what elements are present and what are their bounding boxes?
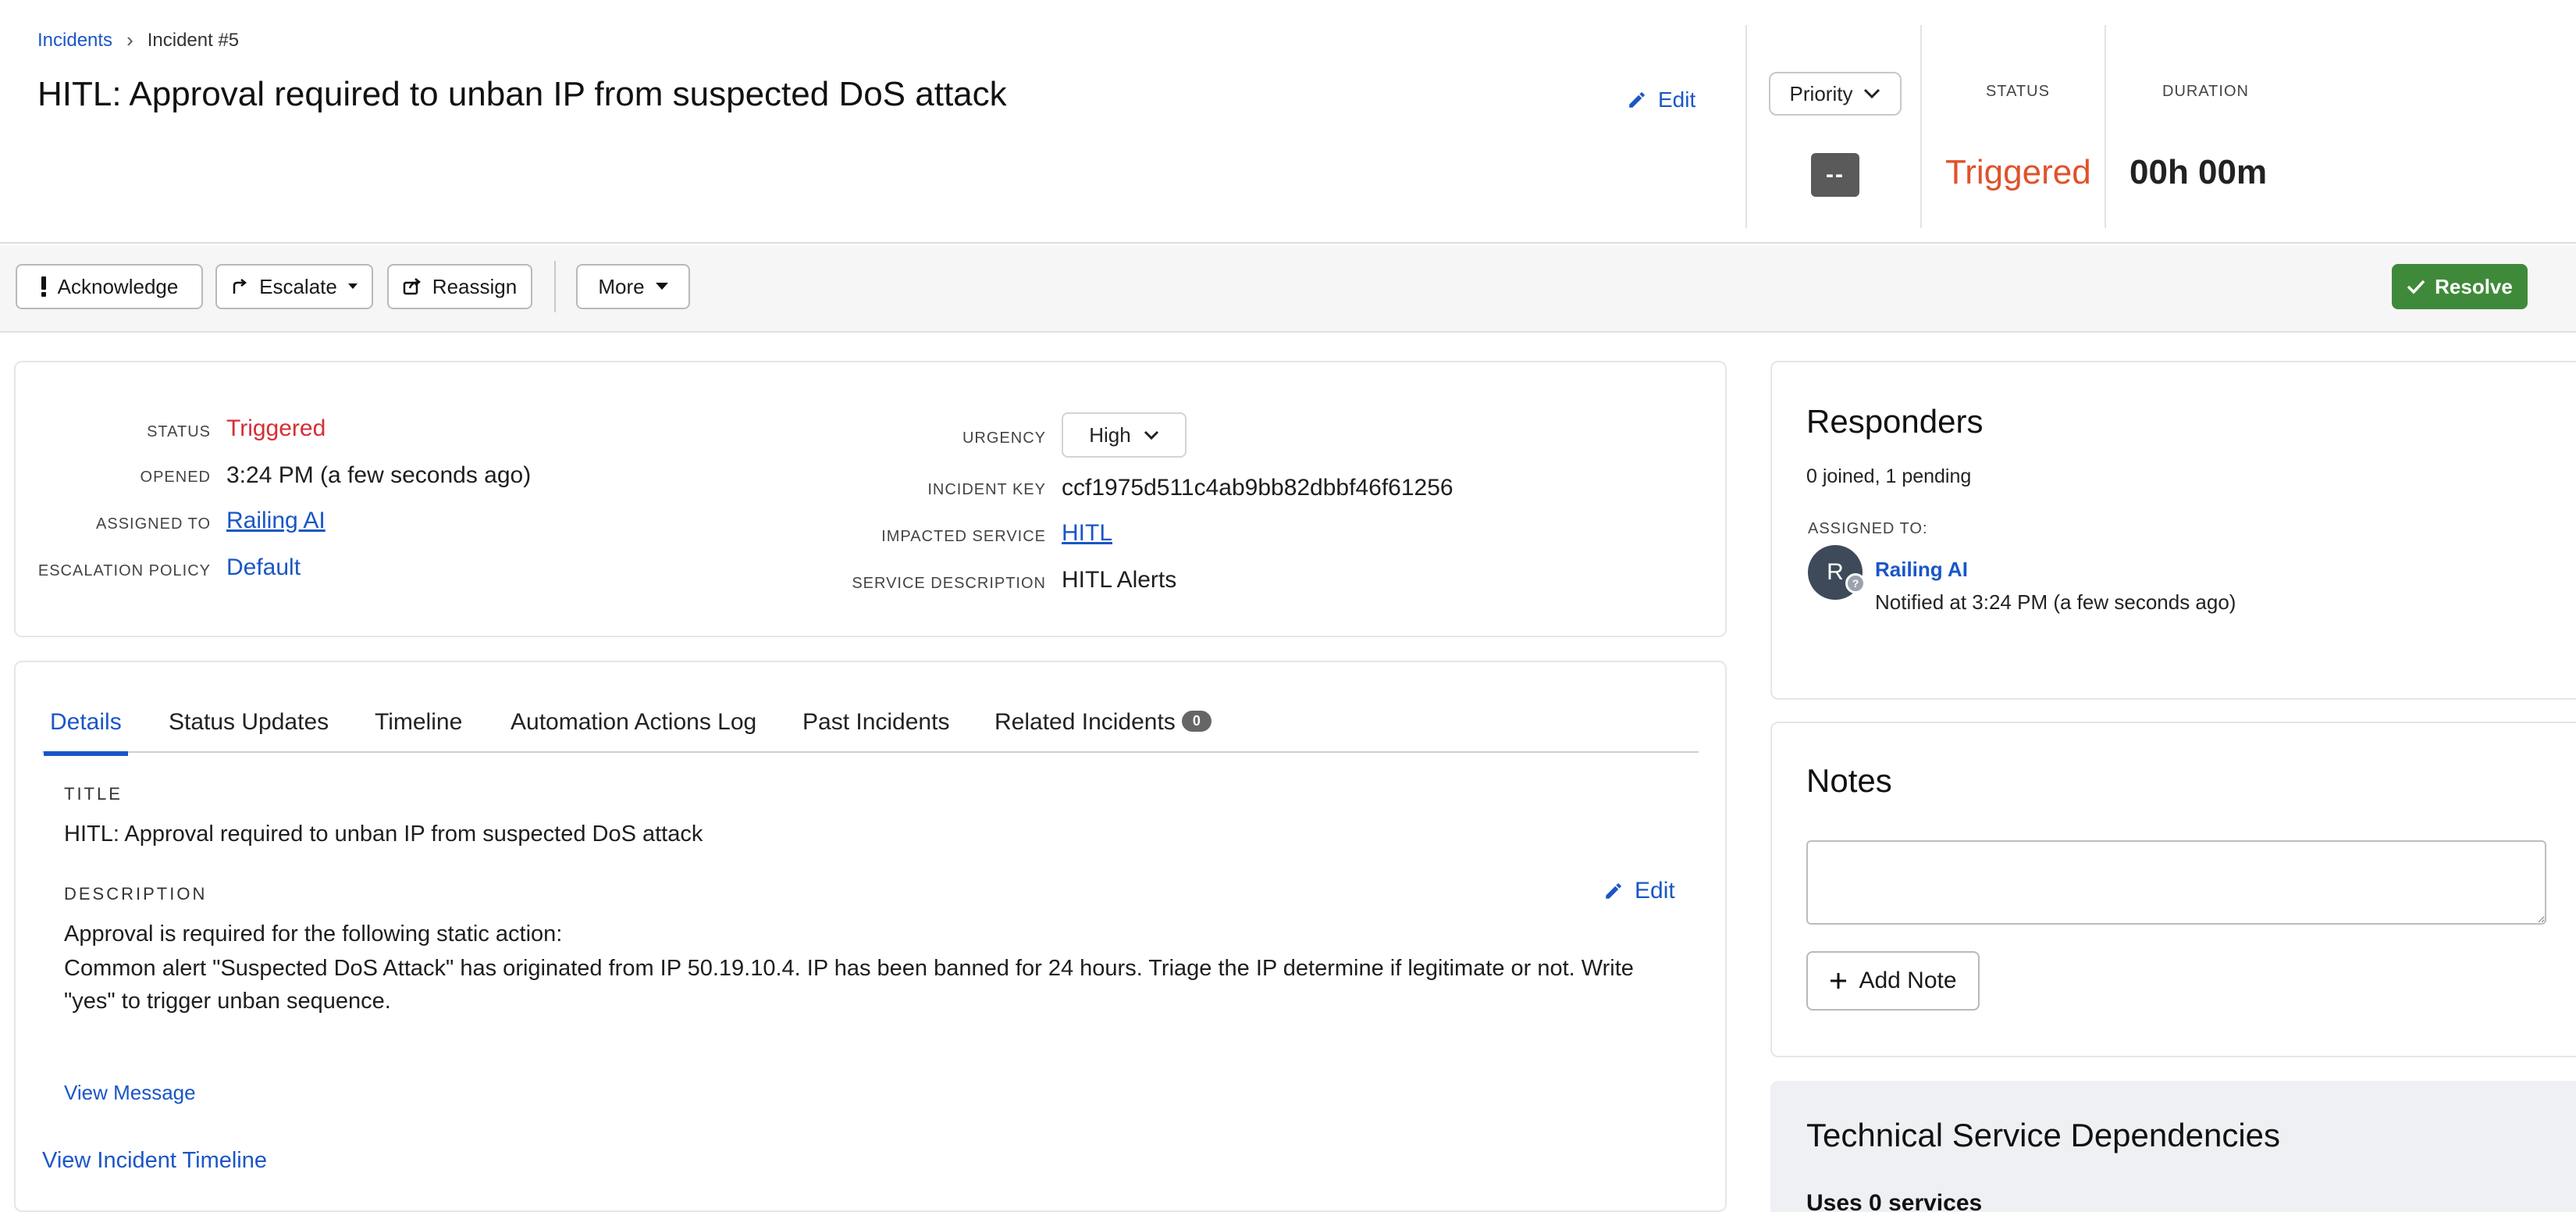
status-field-value: Triggered (226, 415, 326, 441)
title-edit-button[interactable]: Edit (1627, 87, 1695, 112)
header-divider (1745, 25, 1747, 228)
responders-assigned-label: ASSIGNED TO: (1808, 520, 1928, 537)
escalation-policy-link[interactable]: Default (226, 554, 301, 581)
tab-related-incidents[interactable]: Related Incidents 0 (994, 709, 1212, 753)
header-status-label: STATUS (1986, 83, 2050, 100)
description-line-2: Common alert "Suspected DoS Attack" has … (64, 956, 1634, 981)
incident-key-value: ccf1975d511c4ab9bb82dbbf46f61256 (1062, 475, 1453, 501)
tab-details[interactable]: Details (44, 709, 128, 756)
incident-header: Incidents › Incident #5 HITL: Approval r… (0, 0, 2576, 244)
description-edit-label: Edit (1635, 878, 1675, 904)
action-toolbar: Acknowledge Escalate Reassign More Resol… (0, 245, 2576, 333)
pending-status-icon: ? (1845, 573, 1866, 594)
page-title: HITL: Approval required to unban IP from… (37, 75, 1007, 113)
related-count-badge: 0 (1181, 710, 1212, 732)
priority-dropdown[interactable]: Priority (1769, 72, 1902, 116)
urgency-dropdown[interactable]: High (1062, 412, 1187, 458)
resolve-label: Resolve (2435, 274, 2513, 298)
service-description-label: SERVICE DESCRIPTION (852, 575, 1046, 592)
reassign-icon (403, 278, 421, 295)
priority-label: Priority (1789, 81, 1853, 105)
header-status-value: Triggered (1945, 153, 2091, 191)
add-note-label: Add Note (1859, 968, 1957, 993)
add-note-button[interactable]: Add Note (1806, 951, 1980, 1011)
assigned-field-label: ASSIGNED TO (96, 515, 211, 533)
plus-icon (1831, 973, 1847, 989)
assigned-field-link[interactable]: Railing AI (226, 508, 326, 534)
reassign-button[interactable]: Reassign (387, 264, 532, 309)
header-divider (1920, 25, 1922, 228)
urgency-value: High (1089, 422, 1131, 447)
impacted-service-link[interactable]: HITL (1062, 520, 1112, 547)
pencil-icon (1629, 92, 1645, 108)
caret-down-icon (655, 283, 668, 290)
chevron-down-icon (1864, 88, 1880, 99)
description-line-1: Approval is required for the following s… (64, 921, 563, 946)
header-duration-value: 00h 00m (2129, 153, 2268, 191)
breadcrumb-current: Incident #5 (147, 29, 240, 51)
view-incident-timeline-link[interactable]: View Incident Timeline (42, 1148, 267, 1174)
title-edit-label: Edit (1658, 87, 1696, 112)
escalate-icon (233, 279, 247, 294)
responder-notified-text: Notified at 3:24 PM (a few seconds ago) (1875, 590, 2236, 614)
notes-title: Notes (1806, 762, 1892, 799)
caret-down-icon (347, 283, 358, 289)
more-button[interactable]: More (576, 264, 690, 309)
title-section-value: HITL: Approval required to unban IP from… (64, 822, 703, 847)
title-section-label: TITLE (64, 784, 123, 804)
tab-past-incidents[interactable]: Past Incidents (802, 709, 949, 753)
notes-textarea[interactable] (1806, 840, 2546, 925)
opened-field-value: 3:24 PM (a few seconds ago) (226, 462, 532, 488)
status-field-label: STATUS (147, 423, 211, 440)
checkmark-icon (2407, 280, 2425, 294)
reassign-label: Reassign (432, 274, 518, 298)
related-incidents-label: Related Incidents (994, 709, 1176, 735)
technical-dependencies-title: Technical Service Dependencies (1806, 1117, 2281, 1153)
incident-summary-card (14, 361, 1727, 637)
tab-timeline[interactable]: Timeline (375, 709, 462, 753)
responder-name-link[interactable]: Railing AI (1875, 558, 1968, 582)
technical-dependencies-card: Technical Service Dependencies Uses 0 se… (1770, 1081, 2576, 1212)
header-duration-label: DURATION (2162, 83, 2249, 100)
incident-key-label: INCIDENT KEY (927, 481, 1046, 498)
acknowledge-button[interactable]: Acknowledge (16, 264, 203, 309)
escalation-field-label: ESCALATION POLICY (37, 562, 211, 579)
urgency-field-label: URGENCY (962, 430, 1046, 447)
responders-title: Responders (1806, 403, 1984, 440)
header-divider (2105, 25, 2106, 228)
exclamation-icon (41, 276, 46, 297)
more-label: More (598, 274, 645, 298)
opened-field-label: OPENED (140, 469, 211, 486)
description-line-3: "yes" to trigger unban sequence. (64, 989, 391, 1014)
chevron-down-icon (1144, 430, 1158, 440)
breadcrumb: Incidents › Incident #5 (37, 28, 239, 52)
responders-summary: 0 joined, 1 pending (1806, 465, 1972, 487)
breadcrumb-incidents-link[interactable]: Incidents (37, 30, 112, 52)
details-tab-bar: Details Status Updates Timeline Automati… (42, 700, 1699, 756)
view-message-link[interactable]: View Message (64, 1081, 196, 1105)
escalate-label: Escalate (259, 274, 337, 298)
technical-dependencies-subtitle: Uses 0 services (1806, 1190, 1983, 1212)
tab-status-updates[interactable]: Status Updates (169, 709, 329, 753)
description-edit-button[interactable]: Edit (1603, 878, 1675, 904)
acknowledge-label: Acknowledge (57, 274, 179, 298)
impacted-service-label: IMPACTED SERVICE (881, 528, 1046, 545)
resolve-button[interactable]: Resolve (2392, 264, 2528, 309)
service-description-value: HITL Alerts (1062, 567, 1177, 593)
priority-badge: -- (1811, 153, 1859, 197)
escalate-button[interactable]: Escalate (215, 264, 373, 309)
breadcrumb-separator: › (126, 28, 133, 52)
toolbar-divider (554, 261, 556, 312)
pencil-icon (1606, 883, 1621, 899)
tab-automation-actions-log[interactable]: Automation Actions Log (511, 709, 756, 753)
description-section-label: DESCRIPTION (64, 884, 208, 904)
